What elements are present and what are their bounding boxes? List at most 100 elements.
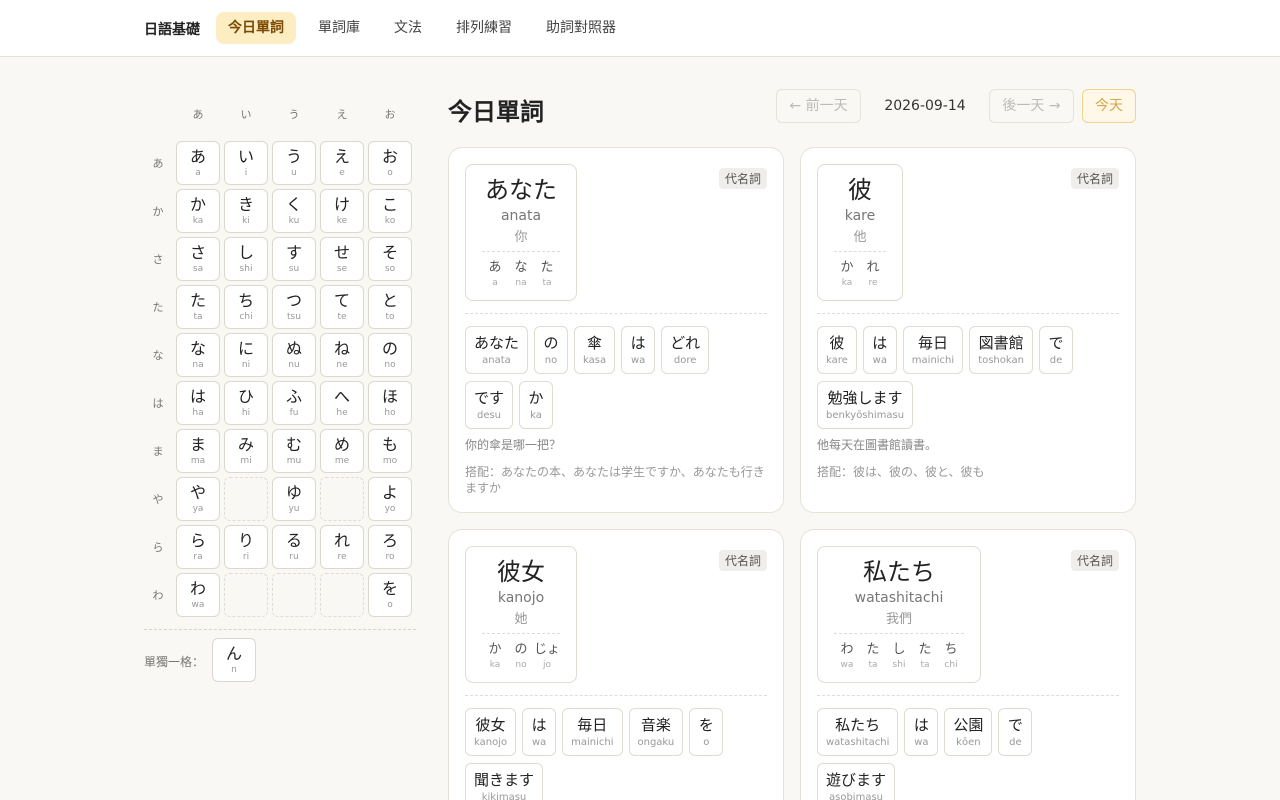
kana-romaji: mo [382,456,398,466]
word-chip[interactable]: 図書館 toshokan [969,326,1033,374]
kana-cell[interactable]: み mi [224,429,268,473]
word-box[interactable]: あなた anata 你あ a な na た ta [465,164,577,301]
prev-day-button[interactable]: ← 前一天 [776,89,861,123]
kana-cell[interactable]: た ta [176,285,220,329]
today-button[interactable]: 今天 [1082,89,1136,123]
kana-cell[interactable]: こ ko [368,189,412,233]
kana-cell[interactable]: よ yo [368,477,412,521]
word-chip[interactable]: の no [534,326,569,374]
kana-romaji: na [192,360,204,370]
kana-cell[interactable]: す su [272,237,316,281]
kana-cell[interactable]: へ he [320,381,364,425]
syllable-row: か ka れ re [834,260,886,288]
kana-cell[interactable]: おo [368,141,412,185]
example-chips: 彼 kare は wa 毎日 mainichi 図書館 toshokan で de 勉強します ben… [817,326,1119,436]
kana-cell[interactable]: ゆ yu [272,477,316,521]
kana-cell[interactable]: そ so [368,237,412,281]
syllable-kana: ち [944,642,958,657]
kana-cell[interactable]: ち chi [224,285,268,329]
kana-cell[interactable]: ら ra [176,525,220,569]
kana-cell[interactable]: き ki [224,189,268,233]
word-chip[interactable]: か ka [519,381,554,429]
chip-japanese: 勉強します [827,389,903,407]
app-brand[interactable]: 日語基礎 [144,19,200,39]
kana-cell[interactable]: の no [368,333,412,377]
kana-cell[interactable]: うu [272,141,316,185]
word-chip[interactable]: どれ dore [661,326,710,374]
word-chip[interactable]: で de [998,708,1033,756]
kana-cell[interactable]: け ke [320,189,364,233]
word-box[interactable]: 私たち watashitachi 我們わ wa た ta し shi た ta ち chi [817,546,981,683]
kana-cell[interactable]: ひ hi [224,381,268,425]
word-chip[interactable]: あなた anata [465,326,529,374]
word-chip[interactable]: 傘 kasa [574,326,616,374]
part-of-speech-badge: 代名詞 [1070,550,1119,571]
word-chip[interactable]: は wa [904,708,939,756]
kana-cell[interactable]: いi [224,141,268,185]
word-chip[interactable]: 音楽 ongaku [628,708,684,756]
kana-cell[interactable]: も mo [368,429,412,473]
kana-cell[interactable]: れ re [320,525,364,569]
kana-cell[interactable]: く ku [272,189,316,233]
word-box[interactable]: 彼女 kanojo 她か ka の no じょ jo [465,546,577,683]
word-box-divider [834,633,964,634]
kana-cell[interactable]: ぬ nu [272,333,316,377]
kana-char: へ [333,387,350,406]
kana-romaji: o [387,168,393,178]
kana-cell[interactable]: は ha [176,381,220,425]
kana-cell[interactable]: えe [320,141,364,185]
word-chip[interactable]: 私たち watashitachi [817,708,899,756]
kana-cell[interactable]: に ni [224,333,268,377]
nav-item-particle-compare[interactable]: 助詞對照器 [534,12,628,44]
word-chip[interactable]: 公園 kōen [944,708,993,756]
word-chip[interactable]: 毎日 mainichi [902,326,964,374]
kana-cell[interactable]: ふ fu [272,381,316,425]
next-day-button[interactable]: 後一天 → [989,89,1074,123]
kana-cell[interactable]: さ sa [176,237,220,281]
kana-cell[interactable]: ね ne [320,333,364,377]
kana-cell-n[interactable]: んn [212,638,256,682]
kana-cell[interactable]: つ tsu [272,285,316,329]
nav-item-today-words[interactable]: 今日單詞 [216,12,296,44]
word-chip[interactable]: 遊びます asobimasu [817,763,896,800]
kana-cell[interactable]: わ wa [176,573,220,617]
kana-cell[interactable]: をo [368,573,412,617]
kana-cell[interactable]: や ya [176,477,220,521]
word-chip[interactable]: をo [689,708,724,756]
word-chip[interactable]: です desu [465,381,514,429]
chip-romaji: desu [476,410,502,421]
kana-romaji: yu [288,504,300,514]
word-chip[interactable]: で de [1038,326,1073,374]
word-box[interactable]: 彼 kare 他か ka れ re [817,164,903,301]
kana-divider [144,629,416,630]
word-chip[interactable]: 彼女 kanojo [465,708,517,756]
nav-item-grammar[interactable]: 文法 [382,12,434,44]
kana-cell[interactable]: ろ ro [368,525,412,569]
kana-cell[interactable]: し shi [224,237,268,281]
word-chip[interactable]: 彼 kare [817,326,857,374]
word-chip[interactable]: 毎日 mainichi [562,708,623,756]
kana-cell[interactable]: む mu [272,429,316,473]
kana-cell[interactable]: と to [368,285,412,329]
kana-cell[interactable]: な na [176,333,220,377]
word-chip[interactable]: 聞きます kikimasu [465,763,544,800]
word-chip[interactable]: は wa [621,326,656,374]
kana-cell[interactable]: め me [320,429,364,473]
syllable-kana: れ [866,260,880,275]
kana-cell[interactable]: り ri [224,525,268,569]
kana-cell[interactable]: る ru [272,525,316,569]
kana-char: き [237,195,254,214]
kana-cell[interactable]: ま ma [176,429,220,473]
kana-cell[interactable]: せ se [320,237,364,281]
word-chip[interactable]: 勉強します benkyōshimasu [817,381,914,429]
kana-cell[interactable]: か ka [176,189,220,233]
nav-item-word-bank[interactable]: 單詞庫 [306,12,372,44]
nav-item-arrange-practice[interactable]: 排列練習 [444,12,524,44]
kana-cell[interactable]: ほ ho [368,381,412,425]
word-chip[interactable]: は wa [522,708,557,756]
kana-cell[interactable]: あa [176,141,220,185]
kana-romaji: wa [191,600,205,610]
word-chip[interactable]: は wa [862,326,897,374]
kana-cell[interactable]: て te [320,285,364,329]
kana-char: む [285,435,302,454]
